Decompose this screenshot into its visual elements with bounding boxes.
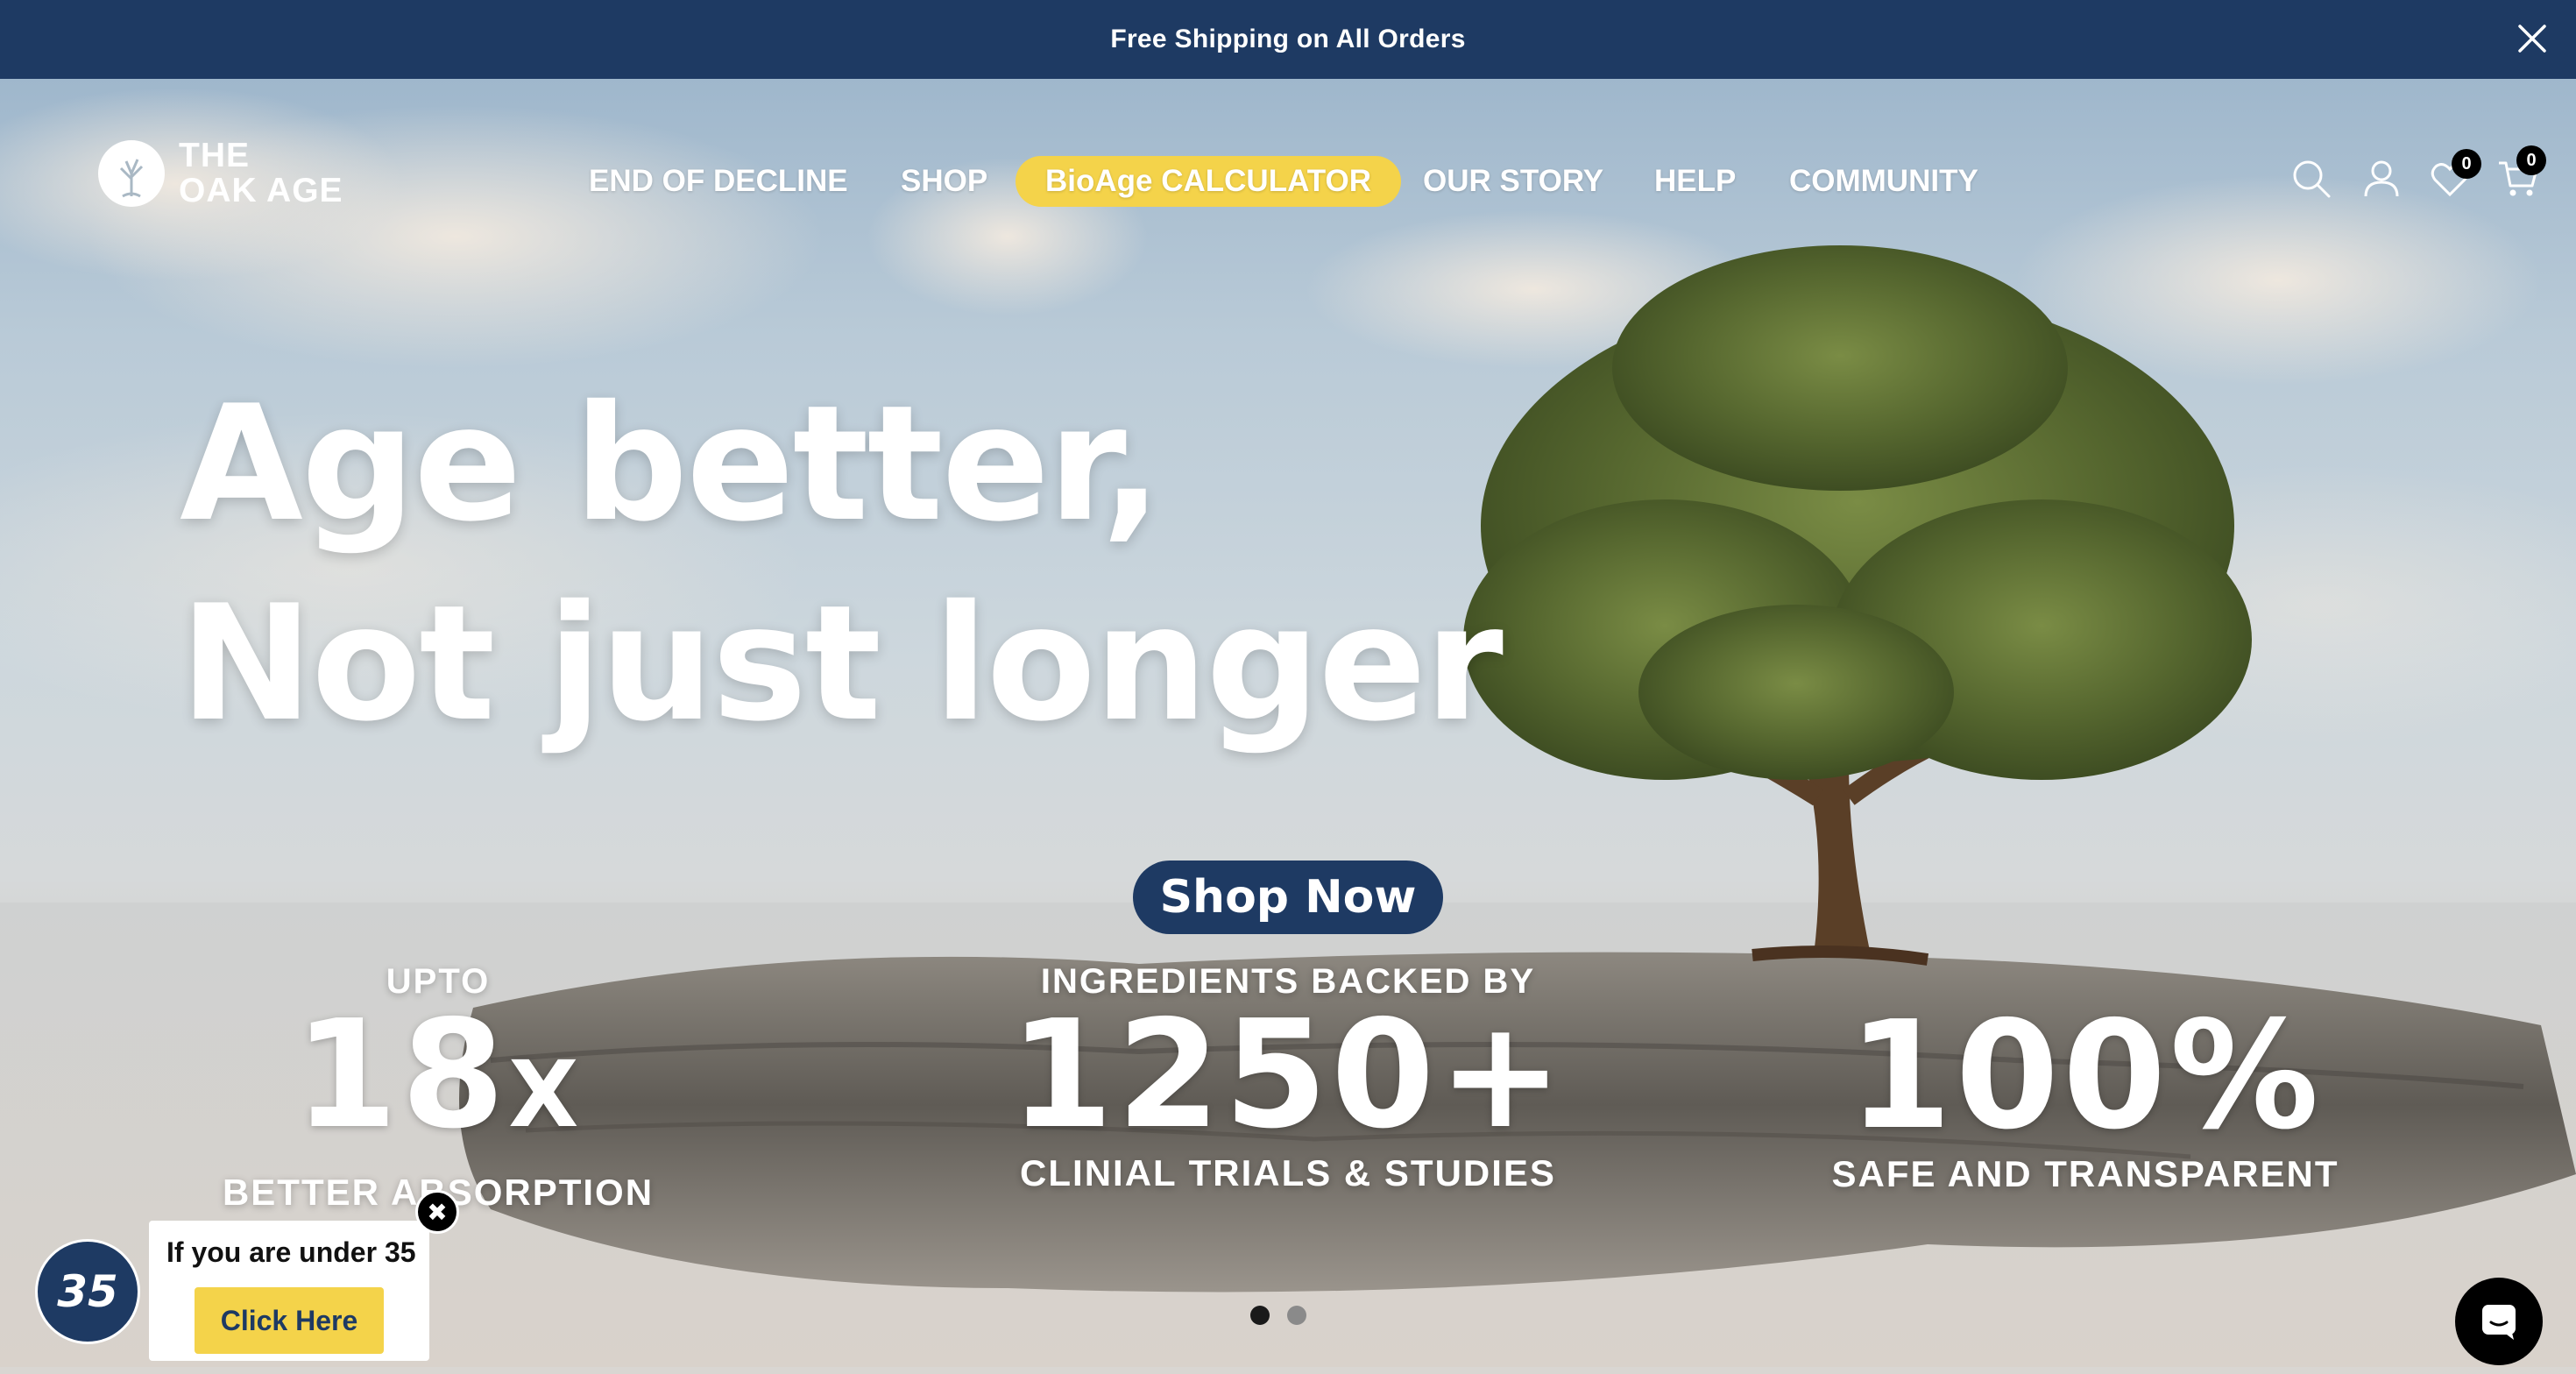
slider-dot-1[interactable] xyxy=(1250,1306,1270,1325)
close-icon[interactable] xyxy=(2513,19,2551,58)
announcement-text: Free Shipping on All Orders xyxy=(1110,25,1466,53)
search-icon[interactable] xyxy=(2289,156,2334,202)
stat-absorption-value: 18X xyxy=(202,1001,675,1168)
headline-line2: Not just longer xyxy=(180,570,1504,756)
cart-count-badge: 0 xyxy=(2516,145,2546,175)
stat-absorption-number: 18 xyxy=(294,988,509,1162)
nav-shop[interactable]: SHOP xyxy=(901,156,987,207)
stat-absorption: UPTO 18X BETTER ABSORPTION xyxy=(202,962,675,1214)
slider-dot-2[interactable] xyxy=(1287,1306,1306,1325)
stat-absorption-suffix: X xyxy=(508,1041,583,1148)
age-popup-message: If you are under 35 xyxy=(166,1236,416,1268)
announcement-bar: Free Shipping on All Orders xyxy=(0,0,2576,79)
chat-launcher-button[interactable] xyxy=(2455,1278,2543,1365)
nav-help[interactable]: HELP xyxy=(1654,156,1736,207)
hero-headline: Age better, Not just longer xyxy=(180,364,1504,763)
age-popup: If you are under 35 Click Here xyxy=(149,1221,429,1361)
main-nav: END OF DECLINE SHOP BioAge CALCULATOR OU… xyxy=(0,156,2576,209)
stat-trials-value: 1250+ xyxy=(1009,988,1567,1162)
stat-safe-post: SAFE AND TRANSPARENT xyxy=(1831,1153,2339,1194)
stat-safe-transparent: 100% SAFE AND TRANSPARENT xyxy=(1805,962,2366,1195)
stat-clinical-trials: INGREDIENTS BACKED BY 1250+ CLINIAL TRIA… xyxy=(990,962,1586,1194)
user-icon[interactable] xyxy=(2359,156,2404,202)
nav-end-of-decline[interactable]: END OF DECLINE xyxy=(589,156,848,207)
headline-line1: Age better, xyxy=(180,371,1162,556)
stat-trials-post: CLINIAL TRIALS & STUDIES xyxy=(1020,1152,1556,1193)
stat-safe-value: 100% xyxy=(1848,989,2323,1163)
chat-icon xyxy=(2482,1305,2516,1340)
nav-community[interactable]: COMMUNITY xyxy=(1789,156,1978,207)
nav-bioage-calculator[interactable]: BioAge CALCULATOR xyxy=(1016,156,1402,207)
age-badge-button[interactable]: 35 xyxy=(35,1239,140,1344)
nav-our-story[interactable]: OUR STORY xyxy=(1423,156,1603,207)
shop-now-button[interactable]: Shop Now xyxy=(1133,861,1443,934)
click-here-button[interactable]: Click Here xyxy=(195,1287,384,1354)
popup-close-icon[interactable]: ✖ xyxy=(415,1190,459,1234)
wishlist-count-badge: 0 xyxy=(2452,149,2481,179)
